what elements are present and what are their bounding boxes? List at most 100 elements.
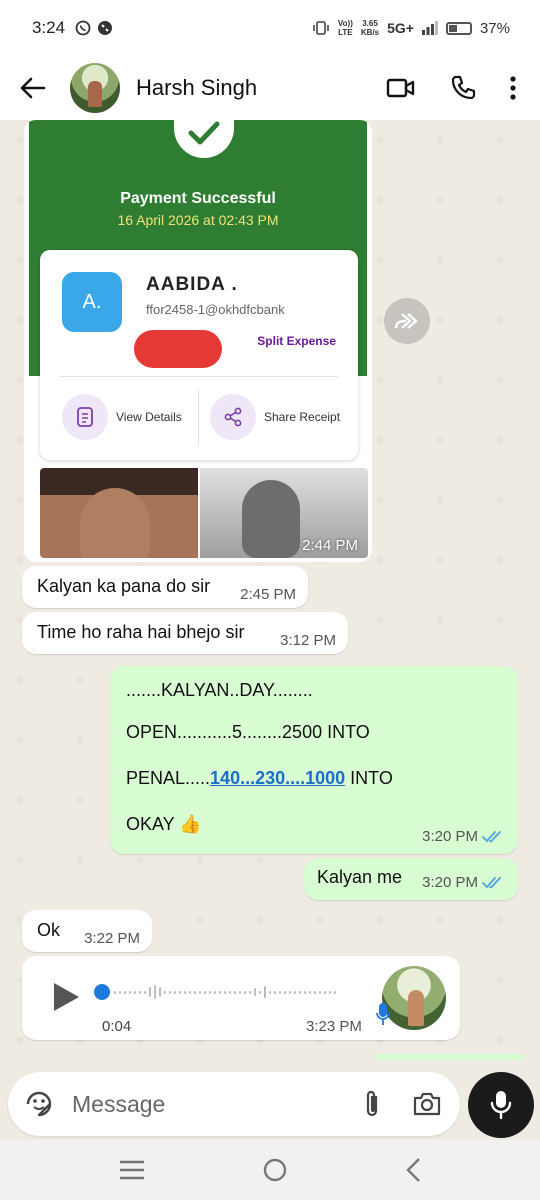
action-separator [198, 390, 199, 446]
recipient-vpa: ffor2458-1@okhdfcbank [146, 302, 285, 317]
incoming-message[interactable]: Time ho raha hai bhejo sir 3:12 PM [22, 612, 348, 654]
payment-card-message[interactable]: Payment Successful 16 April 2026 at 02:4… [24, 120, 372, 562]
waveform-bar [314, 990, 316, 994]
waveform-bar [329, 990, 331, 994]
nav-back-icon[interactable] [405, 1157, 421, 1183]
waveform-bar [159, 987, 161, 997]
message-time: 3:23 PM [306, 1018, 362, 1035]
camera-icon [413, 1092, 441, 1116]
recipient-initial: A. [62, 272, 122, 332]
waveform-bar [289, 990, 291, 994]
divider [60, 376, 338, 377]
waveform-bar [274, 990, 276, 994]
photo-1[interactable] [40, 468, 198, 558]
waveform-bar [319, 990, 321, 994]
chat-area[interactable]: Payment Successful 16 April 2026 at 02:4… [0, 120, 540, 1072]
waveform-bar [269, 990, 271, 994]
back-button[interactable] [18, 76, 58, 100]
message-text: Kalyan me [317, 867, 403, 887]
share-receipt-label: Share Receipt [264, 410, 341, 424]
waveform-bar [254, 988, 256, 996]
status-time: 3:24 [32, 18, 66, 37]
voice-record-button[interactable] [468, 1072, 534, 1138]
waveform-bar [259, 990, 261, 994]
message-field[interactable]: Message [8, 1072, 460, 1136]
payment-date: 16 April 2026 at 02:43 PM [117, 212, 279, 228]
message-line: OPEN...........5........2500 INTO [126, 722, 370, 742]
waveform-bar [234, 990, 236, 994]
incoming-message[interactable]: Ok 3:22 PM [22, 910, 152, 952]
read-ticks-icon [482, 830, 501, 843]
waveform-bar [249, 990, 251, 994]
waveform-bar [219, 990, 221, 994]
outgoing-message[interactable]: .......KALYAN..DAY........ OPEN.........… [110, 666, 518, 854]
contact-name[interactable]: Harsh Singh [136, 75, 257, 101]
payment-title: Payment Successful [120, 190, 276, 207]
waveform-bar [239, 990, 241, 994]
playback-position[interactable] [94, 984, 110, 1000]
more-vertical-icon[interactable] [510, 76, 516, 100]
network-type: 5G+ [387, 20, 414, 36]
waveform-bar [114, 990, 116, 994]
battery-icon [445, 21, 472, 35]
phone-icon[interactable] [450, 75, 476, 101]
waveform-bar [129, 990, 131, 994]
network-speed: 3.65 KB/s [360, 19, 380, 37]
message-text: Time ho raha hai bhejo sir [37, 622, 245, 642]
read-ticks-icon [482, 876, 501, 889]
message-input-placeholder[interactable]: Message [72, 1091, 165, 1118]
waveform-bar [139, 990, 141, 994]
waveform-bar [279, 990, 281, 994]
voice-message[interactable]: 0:04 3:23 PM [22, 956, 460, 1040]
message-time: 3:12 PM [280, 632, 336, 649]
sticker-icon [26, 1091, 52, 1117]
message-text: Ok [37, 920, 61, 940]
home-icon[interactable] [262, 1157, 288, 1183]
split-expense-link[interactable]: Split Expense [257, 334, 336, 348]
play-icon[interactable] [52, 982, 80, 1012]
waveform-bar [194, 990, 196, 994]
view-details-label: View Details [116, 410, 182, 424]
share-icon [210, 394, 256, 440]
input-bar: Message [0, 1072, 540, 1140]
volte-indicator: Vo)) LTE [337, 19, 353, 37]
view-details-button[interactable]: View Details [62, 394, 182, 440]
message-text: Kalyan ka pana do sir [37, 576, 211, 596]
waveform-bar [224, 990, 226, 994]
waveform-bar [174, 990, 176, 994]
video-call-icon[interactable] [386, 77, 416, 99]
waveform-bar [284, 990, 286, 994]
outgoing-message[interactable]: Kalyan me 3:20 PM [304, 858, 518, 900]
waveform-bar [189, 990, 191, 994]
waveform-bar [184, 990, 186, 994]
number-link[interactable]: 140...230....1000 [210, 768, 345, 788]
waveform-bar [324, 990, 326, 994]
attach-button[interactable] [362, 1089, 382, 1119]
waveform-bar [334, 990, 336, 994]
waveform-bar [169, 990, 171, 994]
message-time: 3:20 PM [422, 828, 478, 845]
contact-avatar[interactable] [70, 63, 120, 113]
forward-button[interactable] [384, 298, 430, 344]
sticker-button[interactable] [24, 1089, 54, 1119]
waveform-bar [164, 990, 166, 994]
mic-icon [376, 1003, 390, 1025]
audio-waveform[interactable] [114, 982, 336, 1002]
incoming-message[interactable]: Kalyan ka pana do sir 2:45 PM [22, 566, 308, 608]
waveform-bar [134, 990, 136, 994]
notification-icons [75, 20, 113, 36]
waveform-bar [244, 990, 246, 994]
message-time: 2:45 PM [240, 586, 296, 603]
waveform-bar [299, 990, 301, 994]
camera-button[interactable] [412, 1091, 442, 1117]
waveform-bar [204, 990, 206, 994]
share-receipt-button[interactable]: Share Receipt [210, 394, 340, 440]
waveform-bar [119, 990, 121, 994]
call-notification-icon [98, 21, 113, 35]
waveform-bar [199, 990, 201, 994]
recent-apps-icon[interactable] [119, 1160, 145, 1180]
recipient-card: A. AABIDA . ffor2458-1@okhdfcbank Split … [40, 250, 358, 460]
whatsapp-notification-icon [75, 20, 91, 36]
sender-avatar [382, 966, 446, 1030]
waveform-bar [309, 990, 311, 994]
